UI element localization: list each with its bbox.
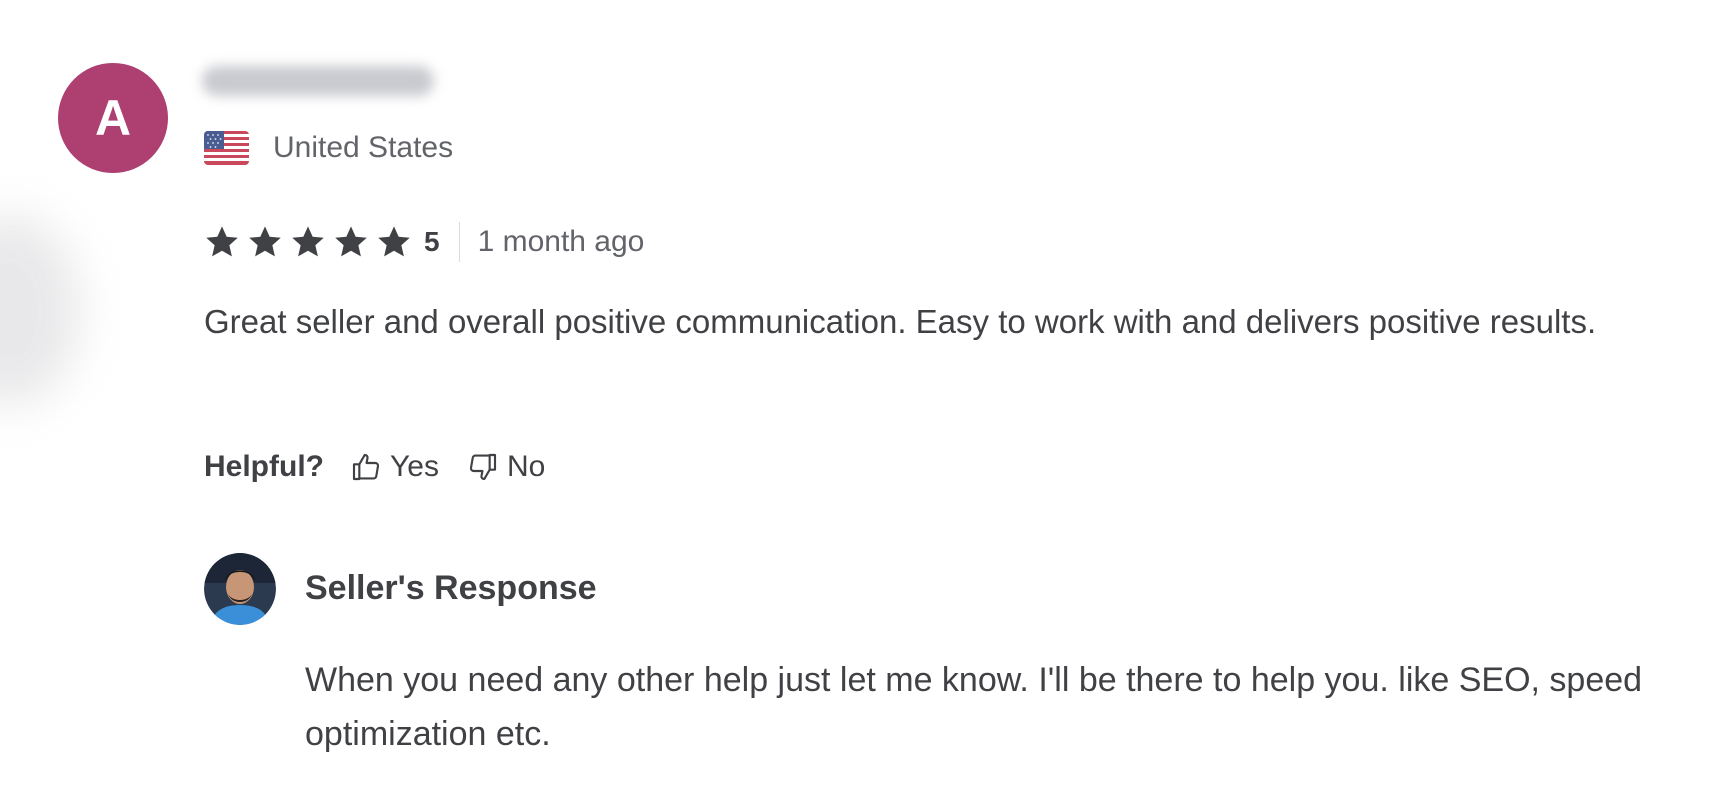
star-icon	[206, 226, 238, 257]
thumbs-down-icon	[469, 453, 497, 481]
helpful-row: Helpful? Yes No	[204, 445, 545, 489]
star-rating	[204, 224, 419, 260]
reviewer-username-blurred[interactable]	[202, 66, 434, 96]
star-icon	[335, 226, 367, 257]
helpful-yes-label: Yes	[390, 450, 439, 483]
rating-divider	[458, 222, 460, 262]
rating-value: 5	[424, 226, 440, 257]
edge-shadow	[0, 215, 80, 405]
helpful-label: Helpful?	[204, 450, 324, 483]
reviewer-avatar-initial: A	[94, 90, 132, 146]
star-icon	[249, 226, 281, 257]
star-icon	[292, 226, 324, 257]
review-card: A United States 5 1 month ago Great sell…	[0, 0, 1714, 807]
helpful-no-label: No	[506, 450, 546, 483]
reviewer-country: United States	[204, 130, 453, 166]
seller-response-title: Seller's Response	[305, 569, 597, 607]
reviewer-avatar[interactable]: A	[58, 63, 168, 173]
thumbs-up-icon	[352, 453, 380, 481]
review-text: Great seller and overall positive commun…	[204, 303, 1597, 340]
us-flag-icon	[204, 131, 249, 165]
star-icon	[378, 226, 410, 257]
helpful-no-button[interactable]: No	[467, 450, 545, 484]
review-time-ago: 1 month ago	[477, 225, 645, 258]
seller-avatar[interactable]	[204, 553, 276, 625]
country-name: United States	[273, 131, 454, 164]
helpful-yes-button[interactable]: Yes	[350, 450, 439, 484]
rating-row: 5 1 month ago	[204, 222, 644, 262]
seller-response-text: When you need any other help just let me…	[305, 661, 1643, 753]
